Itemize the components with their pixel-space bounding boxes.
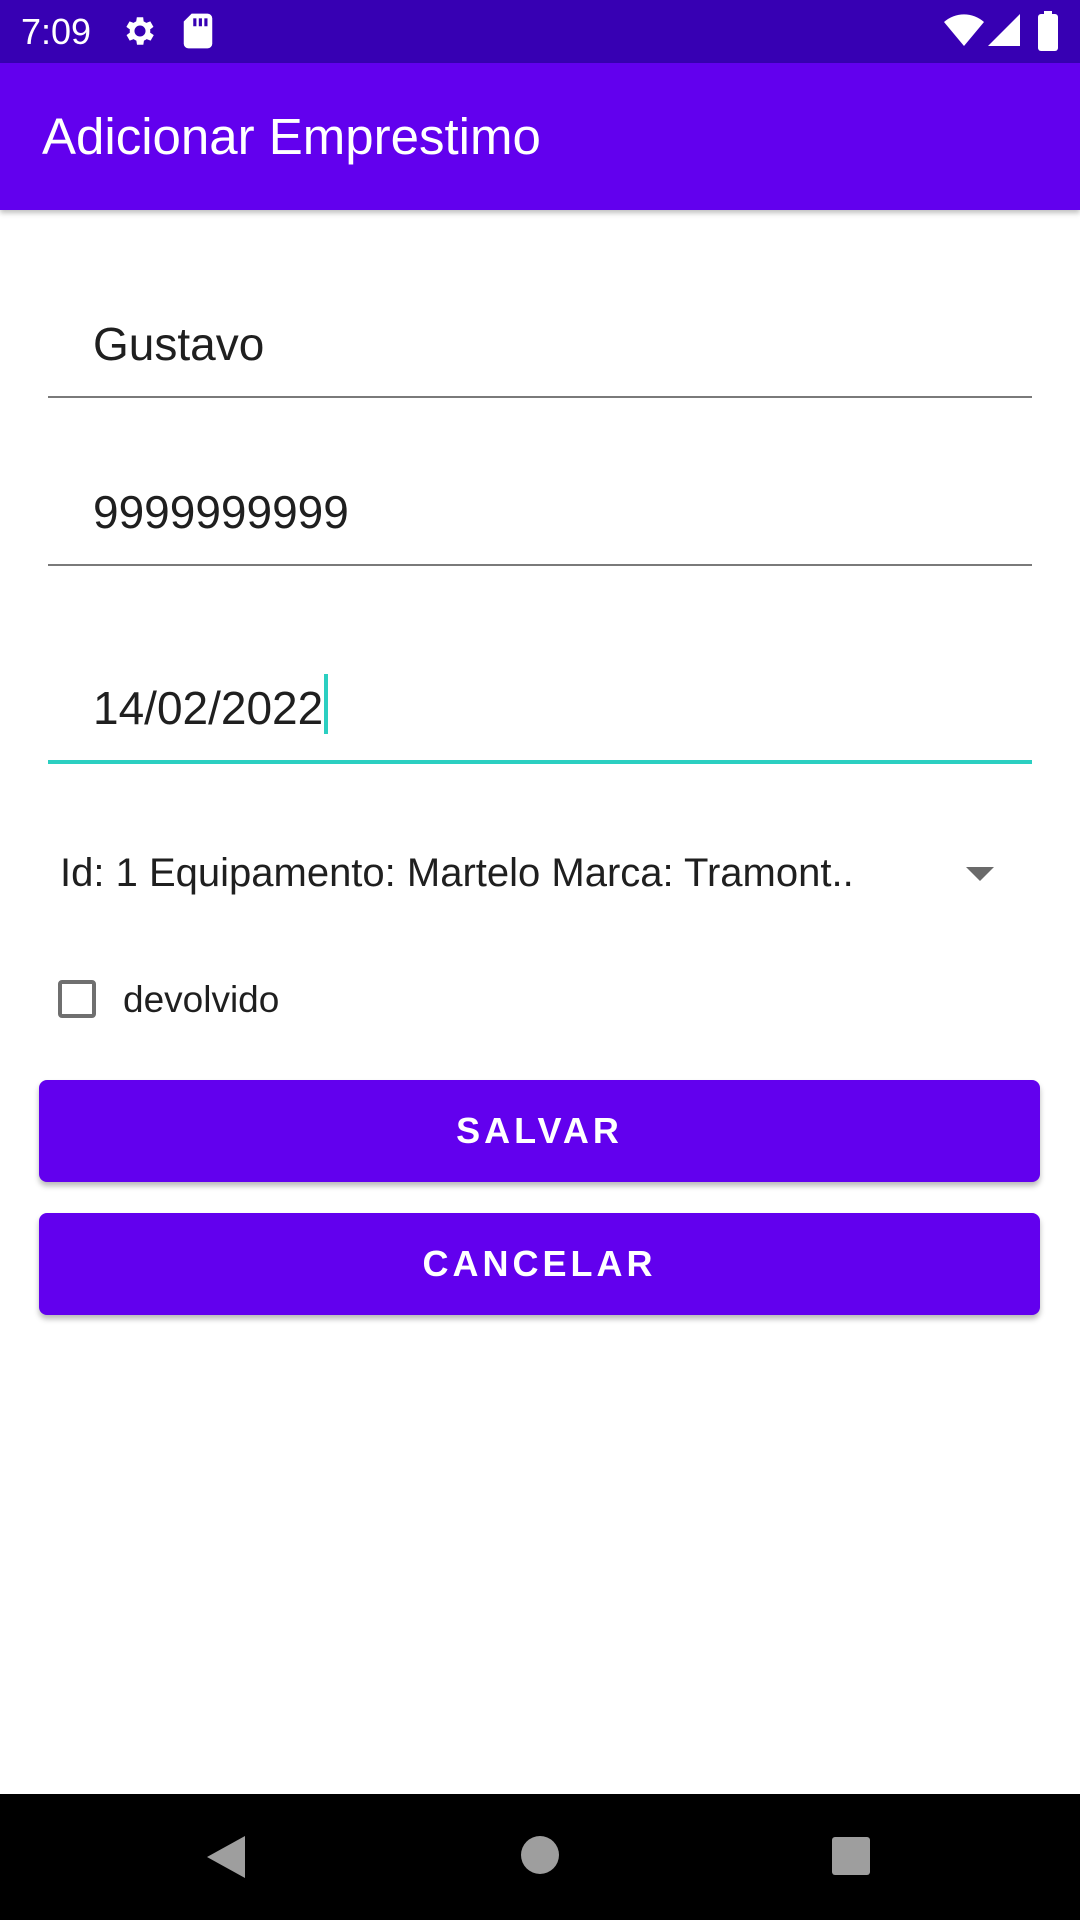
date-field[interactable]: 14/02/2022 <box>48 660 1032 764</box>
wifi-icon <box>944 14 984 46</box>
text-cursor <box>324 674 329 734</box>
status-time: 7:09 <box>21 11 92 52</box>
phone-field-value: 9999999999 <box>93 486 349 538</box>
name-field-value: Gustavo <box>93 318 265 370</box>
returned-checkbox-row[interactable]: devolvido <box>48 972 448 1032</box>
app-bar: Adicionar Emprestimo <box>0 63 1080 210</box>
back-icon[interactable] <box>205 1834 247 1880</box>
home-icon[interactable] <box>520 1835 560 1875</box>
date-field-value: 14/02/2022 <box>93 682 324 734</box>
gear-icon <box>126 17 154 45</box>
phone-field[interactable]: 9999999999 <box>48 464 1032 566</box>
signal-icon <box>988 14 1020 46</box>
date-field-value-wrap: 14/02/2022 <box>93 674 329 735</box>
status-bar: 7:09 <box>0 0 1080 63</box>
returned-checkbox-label: devolvido <box>123 979 280 1020</box>
save-button[interactable]: SALVAR <box>39 1080 1040 1182</box>
navigation-bar <box>0 1794 1080 1920</box>
battery-icon <box>1038 11 1058 51</box>
recents-icon[interactable] <box>831 1836 871 1876</box>
page-title: Adicionar Emprestimo <box>42 108 541 165</box>
equipment-spinner[interactable]: Id: 1 Equipamento: Martelo Marca: Tramon… <box>48 835 1032 915</box>
returned-checkbox[interactable] <box>58 980 96 1018</box>
equipment-selected-value: Id: 1 Equipamento: Martelo Marca: Tramon… <box>60 851 854 895</box>
name-field[interactable]: Gustavo <box>48 296 1032 398</box>
dropdown-arrow-icon <box>966 867 994 881</box>
cancel-button[interactable]: CANCELAR <box>39 1213 1040 1315</box>
sd-card-icon <box>183 13 213 49</box>
